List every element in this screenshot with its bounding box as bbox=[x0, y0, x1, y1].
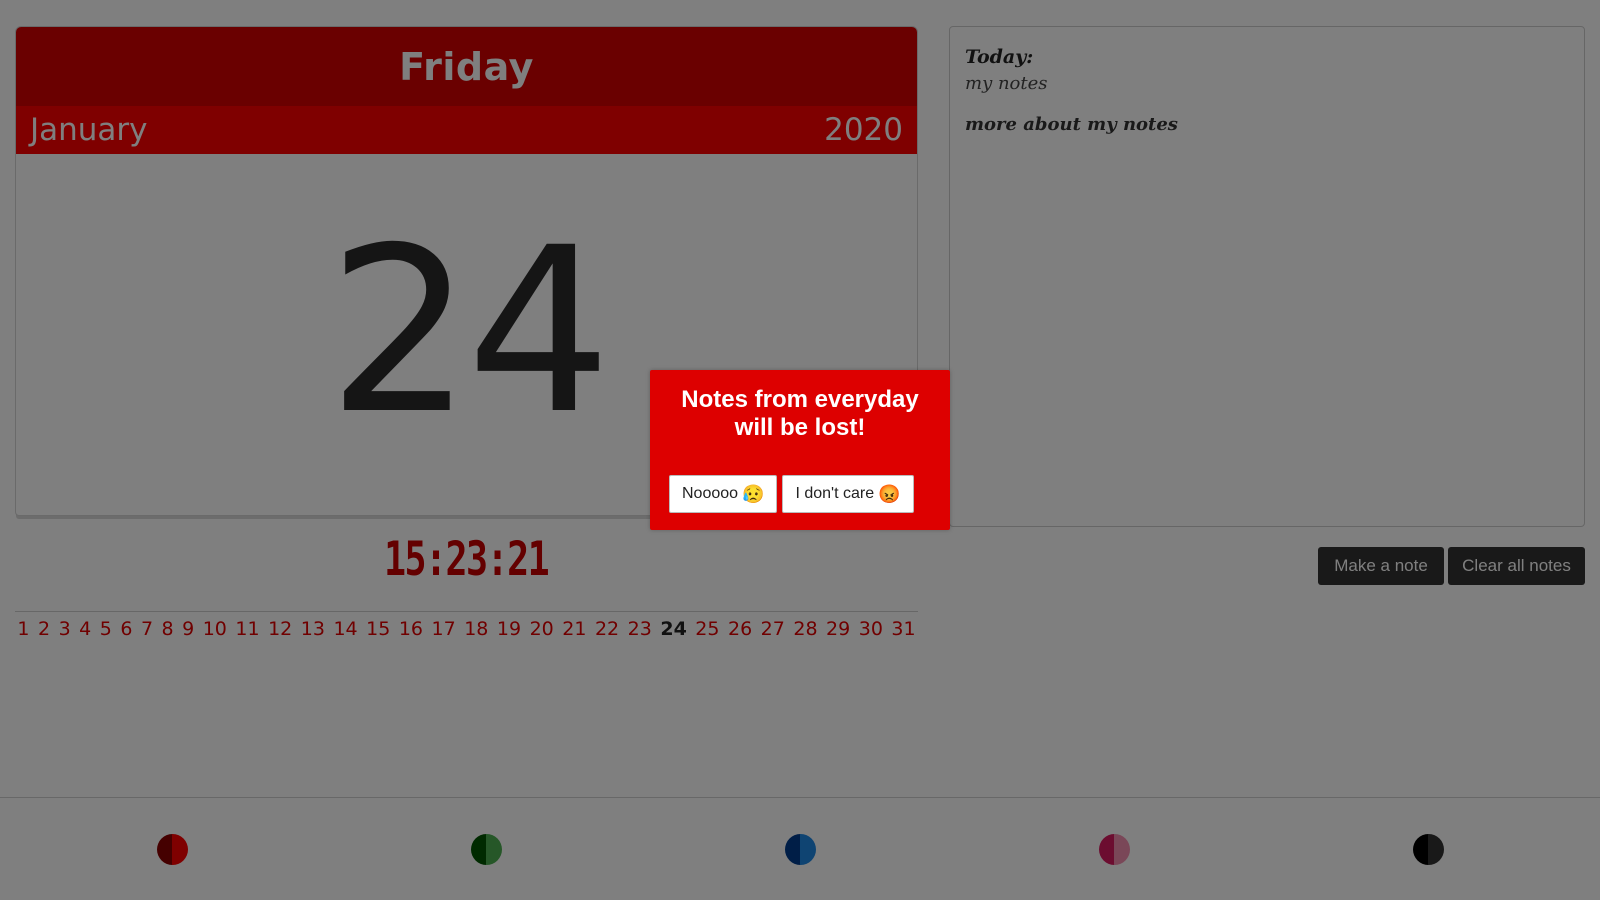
angry-face-icon: 😡 bbox=[878, 484, 901, 504]
confirm-clear-modal: Notes from everyday will be lost! Nooooo… bbox=[650, 370, 950, 530]
modal-title: Notes from everyday will be lost! bbox=[681, 386, 919, 441]
confirm-button[interactable]: I don't care 😡 bbox=[782, 475, 914, 513]
sad-face-icon: 😥 bbox=[742, 484, 765, 504]
cancel-button-label: Nooooo bbox=[682, 485, 739, 502]
modal-buttons: Nooooo 😥 I don't care 😡 bbox=[669, 475, 914, 513]
cancel-button[interactable]: Nooooo 😥 bbox=[669, 475, 778, 513]
confirm-button-label: I don't care bbox=[795, 485, 875, 502]
